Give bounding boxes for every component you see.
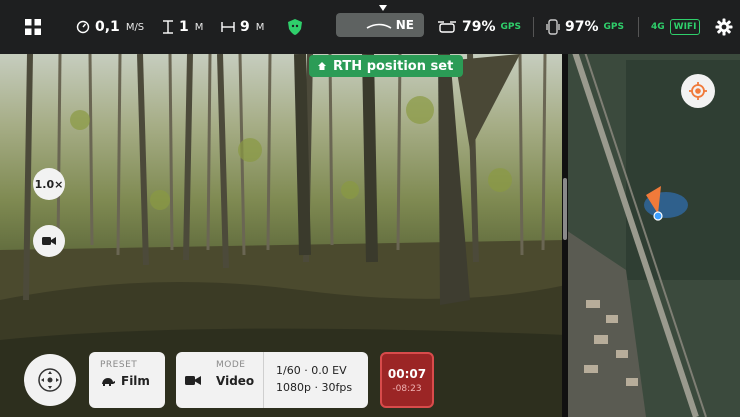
zoom-level: 1.0× bbox=[34, 177, 64, 191]
altitude-unit: M bbox=[194, 21, 204, 33]
controller-icon bbox=[546, 19, 560, 35]
shield-icon bbox=[288, 19, 302, 35]
mode-cell[interactable]: MODE Video bbox=[210, 352, 264, 408]
video-camera-icon bbox=[185, 375, 201, 385]
drone-icon bbox=[438, 21, 456, 33]
video-camera-icon bbox=[42, 237, 56, 245]
map-imagery bbox=[566, 0, 740, 417]
record-elapsed: 00:07 bbox=[387, 366, 427, 381]
preset-label: PRESET bbox=[100, 360, 138, 370]
home-icon bbox=[318, 62, 326, 70]
exposure-value: 1/60 · 0.0 EV bbox=[276, 364, 347, 377]
resolution-value: 1080p · 30fps bbox=[276, 381, 353, 394]
distance-indicator: 9M bbox=[221, 0, 264, 54]
separator bbox=[638, 17, 639, 37]
separator bbox=[533, 17, 534, 37]
joystick-icon bbox=[38, 368, 62, 392]
wifi-status: WIFI bbox=[669, 19, 701, 35]
network-4g-status: 4G bbox=[651, 22, 665, 32]
speed-unit: M/S bbox=[125, 21, 145, 33]
zoom-button[interactable]: 1.0× bbox=[33, 168, 65, 200]
rth-text: RTH position set bbox=[333, 58, 454, 74]
drone-gps-status: GPS bbox=[500, 22, 521, 32]
mode-icon-cell bbox=[176, 352, 210, 408]
preset-selector[interactable]: PRESET Film bbox=[89, 352, 165, 408]
altitude-icon bbox=[163, 20, 173, 34]
drone-battery-value: 79% bbox=[462, 19, 496, 35]
altitude-value: 1 bbox=[179, 19, 189, 35]
controller-battery-indicator: 97% GPS bbox=[546, 0, 624, 54]
grid-icon bbox=[25, 19, 41, 35]
distance-icon bbox=[221, 22, 235, 32]
compass-indicator: NE bbox=[336, 5, 424, 37]
divider-handle[interactable] bbox=[563, 178, 567, 240]
split-view-divider[interactable] bbox=[562, 0, 568, 417]
distance-unit: M bbox=[255, 21, 265, 33]
drone-battery-indicator: 79% GPS bbox=[437, 0, 521, 54]
compass-heading: NE bbox=[395, 18, 414, 32]
record-button[interactable]: 00:07 -08:23 bbox=[380, 352, 434, 408]
network-indicator: 4G WIFI bbox=[651, 0, 701, 54]
record-remaining: -08:23 bbox=[392, 383, 422, 394]
compass-needle bbox=[379, 5, 387, 11]
distance-value: 9 bbox=[240, 19, 250, 35]
joystick-button[interactable] bbox=[24, 354, 76, 406]
mode-value: Video bbox=[216, 374, 255, 388]
gear-icon bbox=[715, 18, 733, 36]
turtle-icon bbox=[102, 378, 115, 386]
controller-battery-value: 97% bbox=[565, 19, 599, 35]
exposure-settings[interactable]: 1/60 · 0.0 EV 1080p · 30fps bbox=[264, 352, 368, 408]
altitude-indicator: 1M bbox=[162, 0, 203, 54]
safety-status[interactable] bbox=[287, 0, 303, 54]
preset-value: Film bbox=[121, 374, 150, 388]
settings-button[interactable] bbox=[715, 0, 733, 54]
home-point-marker bbox=[653, 211, 663, 221]
speed-indicator: 0,1 M/S bbox=[76, 0, 144, 54]
mode-selector[interactable]: MODE Video 1/60 · 0.0 EV 1080p · 30fps bbox=[176, 352, 368, 408]
controller-gps-status: GPS bbox=[603, 22, 624, 32]
locate-icon bbox=[689, 82, 707, 100]
rth-notification: RTH position set bbox=[309, 55, 464, 77]
mode-label: MODE bbox=[216, 360, 246, 370]
menu-button[interactable] bbox=[24, 0, 42, 54]
speed-value: 0,1 bbox=[95, 19, 120, 35]
locate-drone-button[interactable] bbox=[681, 74, 715, 108]
horizon-icon bbox=[366, 23, 392, 29]
satellite-map[interactable] bbox=[566, 0, 740, 417]
speedometer-icon bbox=[76, 20, 90, 34]
camera-mode-button[interactable] bbox=[33, 225, 65, 257]
status-bar: 0,1 M/S 1M 9M NE 79% GPS 97% GPS 4G WIFI bbox=[0, 0, 740, 54]
